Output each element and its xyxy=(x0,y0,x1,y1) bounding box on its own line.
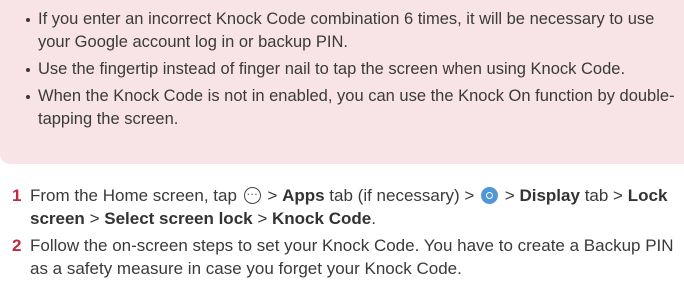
step-1: 1 From the Home screen, tap > Apps tab (… xyxy=(12,183,680,230)
steps-list: 1 From the Home screen, tap > Apps tab (… xyxy=(12,183,680,284)
step-text: tab (if necessary) > xyxy=(329,186,475,205)
step-text: tab > xyxy=(584,186,623,205)
note-text: When the Knock Code is not in enabled, y… xyxy=(38,87,675,128)
bullet-icon xyxy=(26,95,30,99)
step-text: > xyxy=(89,209,100,228)
note-item: When the Knock Code is not in enabled, y… xyxy=(26,85,680,131)
note-box: If you enter an incorrect Knock Code com… xyxy=(0,0,684,164)
step-number: 1 xyxy=(12,186,22,205)
settings-icon xyxy=(481,187,499,204)
note-text: If you enter an incorrect Knock Code com… xyxy=(38,10,655,51)
step-text: Follow the on-screen steps to set your K… xyxy=(30,236,674,278)
knock-code-label: Knock Code xyxy=(272,209,372,228)
note-item: If you enter an incorrect Knock Code com… xyxy=(26,8,680,54)
note-item: Use the fingertip instead of finger nail… xyxy=(26,58,680,81)
step-text: > xyxy=(257,209,268,228)
step-text: From the Home screen, tap xyxy=(30,186,237,205)
step-2: 2 Follow the on-screen steps to set your… xyxy=(12,234,680,280)
apps-tab-label: Apps xyxy=(282,186,325,205)
step-number: 2 xyxy=(12,236,22,255)
select-screen-lock-label: Select screen lock xyxy=(104,209,253,228)
step-text: > xyxy=(504,186,515,205)
display-tab-label: Display xyxy=(519,186,580,205)
apps-icon xyxy=(243,183,261,204)
note-list: If you enter an incorrect Knock Code com… xyxy=(26,8,680,135)
bullet-icon xyxy=(26,68,30,72)
note-text: Use the fingertip instead of finger nail… xyxy=(38,60,626,78)
step-text: . xyxy=(371,209,376,228)
bullet-icon xyxy=(26,18,30,22)
step-text: > xyxy=(267,186,278,205)
